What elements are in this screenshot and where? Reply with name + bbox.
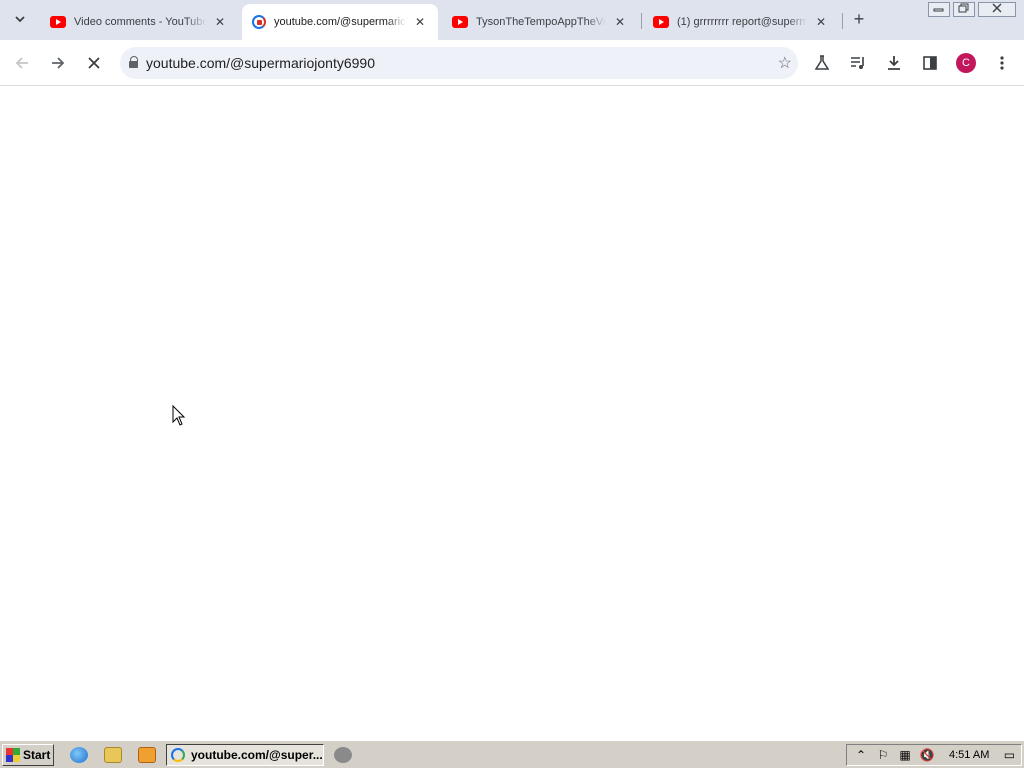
- restore-button[interactable]: [953, 2, 975, 17]
- tab-tyson-tempo[interactable]: TysonTheTempoAppTheVideoGuy ✕: [442, 4, 638, 40]
- tab-video-comments[interactable]: Video comments - YouTube ✕: [40, 4, 238, 40]
- back-button[interactable]: [9, 50, 35, 76]
- clock[interactable]: 4:51 AM: [949, 749, 989, 761]
- tab-separator: [641, 13, 642, 29]
- side-panel-icon[interactable]: [918, 51, 942, 75]
- close-icon[interactable]: ✕: [612, 14, 628, 30]
- mouse-pointer-icon: [172, 405, 186, 426]
- close-window-button[interactable]: [978, 2, 1016, 17]
- media-queue-icon[interactable]: [846, 51, 870, 75]
- close-icon[interactable]: ✕: [412, 14, 428, 30]
- address-bar[interactable]: youtube.com/@supermariojonty6990 ☆: [120, 47, 798, 79]
- page-content: [0, 87, 1024, 740]
- minimize-button[interactable]: [928, 2, 950, 17]
- browser-window: Video comments - YouTube ✕ youtube.com/@…: [0, 0, 1024, 740]
- tab-grrrr-report[interactable]: (1) grrrrrrrr report@supermariojonty ✕: [643, 4, 839, 40]
- tab-title: (1) grrrrrrrr report@supermariojonty: [677, 16, 807, 28]
- tab-title: TysonTheTempoAppTheVideoGuy: [476, 16, 606, 28]
- tab-title: youtube.com/@supermariojonty6990: [274, 16, 406, 28]
- taskbar-window-label: youtube.com/@super...: [191, 748, 323, 762]
- flag-icon[interactable]: ⚐: [875, 747, 891, 763]
- volume-muted-icon[interactable]: 🔇: [919, 747, 935, 763]
- chrome-icon: [171, 748, 185, 762]
- internet-explorer-icon[interactable]: [70, 747, 88, 763]
- close-icon[interactable]: ✕: [212, 14, 228, 30]
- network-icon[interactable]: ▦: [897, 747, 913, 763]
- tab-title: Video comments - YouTube: [74, 16, 206, 28]
- youtube-icon: [452, 16, 468, 28]
- app-icon[interactable]: [334, 747, 352, 763]
- folder-icon[interactable]: [104, 747, 122, 763]
- arrow-right-icon: [52, 57, 65, 69]
- stop-loading-button[interactable]: [81, 50, 107, 76]
- tab-separator: [842, 13, 843, 29]
- tab-supermariojonty[interactable]: youtube.com/@supermariojonty6990 ✕: [242, 4, 438, 40]
- taskbar-window-chrome[interactable]: youtube.com/@super...: [166, 744, 324, 766]
- flask-icon[interactable]: [810, 51, 834, 75]
- arrow-left-icon: [15, 57, 28, 69]
- loading-icon: [252, 15, 266, 29]
- chevron-down-icon[interactable]: [8, 7, 32, 31]
- chevron-up-icon[interactable]: ⌃: [853, 747, 869, 763]
- system-tray: ⌃ ⚐ ▦ 🔇 4:51 AM ▭: [846, 744, 1022, 766]
- youtube-icon: [653, 16, 669, 28]
- lock-icon[interactable]: [128, 56, 140, 70]
- new-tab-button[interactable]: +: [848, 9, 870, 31]
- start-button[interactable]: Start: [2, 744, 54, 766]
- browser-toolbar: youtube.com/@supermariojonty6990 ☆ C: [0, 40, 1024, 86]
- forward-button[interactable]: [45, 50, 71, 76]
- profile-avatar[interactable]: C: [956, 53, 976, 73]
- taskbar: Start youtube.com/@super... ⌃ ⚐ ▦ 🔇 4:51…: [0, 740, 1024, 768]
- show-desktop-icon[interactable]: ▭: [1001, 747, 1017, 763]
- close-icon: [88, 57, 100, 69]
- start-label: Start: [23, 748, 51, 762]
- youtube-icon: [50, 16, 66, 28]
- windows-logo-icon: [6, 748, 20, 762]
- close-icon[interactable]: ✕: [813, 14, 829, 30]
- download-icon[interactable]: [882, 51, 906, 75]
- kebab-menu-icon[interactable]: [990, 51, 1014, 75]
- star-icon[interactable]: ☆: [778, 53, 792, 73]
- address-url[interactable]: youtube.com/@supermariojonty6990: [146, 55, 375, 71]
- tab-strip: Video comments - YouTube ✕ youtube.com/@…: [0, 0, 1024, 40]
- media-player-icon[interactable]: [138, 747, 156, 763]
